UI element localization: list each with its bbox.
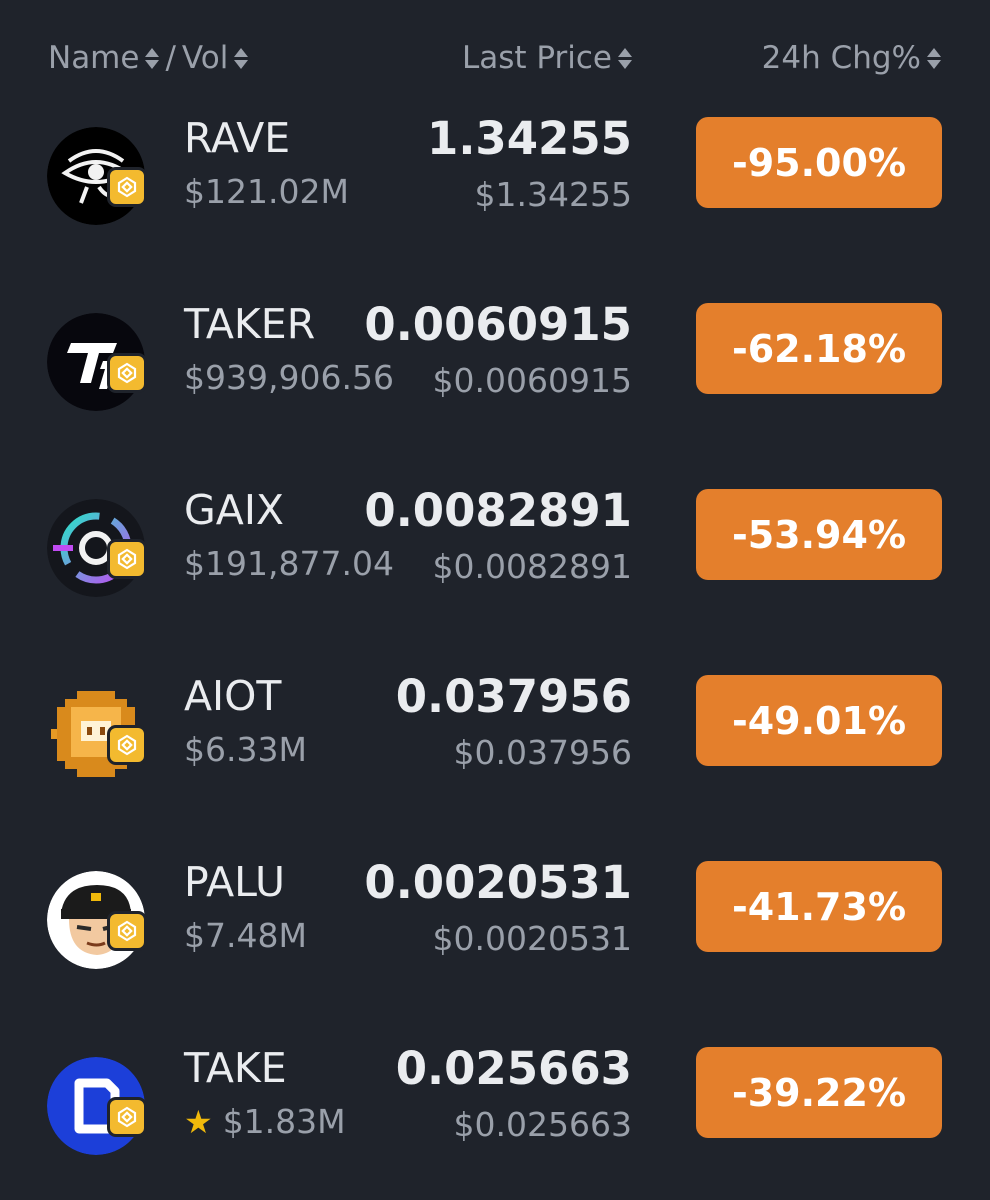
token-symbol: TAKER — [184, 300, 316, 348]
last-price: 1.34255 — [427, 112, 632, 165]
volume-value: $1.83M — [222, 1102, 346, 1141]
token-symbol: AIOT — [184, 672, 282, 720]
token-volume: $121.02M — [184, 172, 349, 211]
table-row[interactable]: GAIX $191,877.04 0.0082891 $0.0082891 -5… — [0, 474, 990, 660]
token-volume: $7.48M — [184, 916, 307, 955]
last-price-usd: $0.0082891 — [432, 547, 632, 586]
volume-value: $939,906.56 — [184, 358, 394, 397]
last-price-usd: $0.037956 — [453, 733, 632, 772]
market-list-screen: Name / Vol Last Price 24h Chg% RAVE $121… — [0, 0, 990, 1200]
star-icon: ★ — [184, 1102, 213, 1141]
volume-value: $121.02M — [184, 172, 349, 211]
last-price: 0.0060915 — [364, 298, 632, 351]
token-symbol: PALU — [184, 858, 285, 906]
token-volume: ★ $1.83M — [184, 1102, 346, 1141]
token-symbol: GAIX — [184, 486, 284, 534]
last-price: 0.0082891 — [364, 484, 632, 537]
last-price-header[interactable]: Last Price — [462, 40, 612, 76]
name-header[interactable]: Name — [48, 40, 139, 76]
sort-price-icon[interactable] — [618, 47, 632, 69]
change-badge[interactable]: -41.73% — [696, 861, 942, 952]
bnb-chain-icon — [107, 539, 147, 579]
last-price: 0.025663 — [395, 1042, 632, 1095]
last-price-usd: $0.0020531 — [432, 919, 632, 958]
sort-change-icon[interactable] — [927, 47, 941, 69]
table-row[interactable]: TAKE ★ $1.83M 0.025663 $0.025663 -39.22% — [0, 1032, 990, 1200]
volume-value: $7.48M — [184, 916, 307, 955]
sort-vol-icon[interactable] — [234, 47, 249, 69]
last-price: 0.0020531 — [364, 856, 632, 909]
sort-last-price[interactable]: Last Price — [462, 36, 632, 80]
last-price: 0.037956 — [395, 670, 632, 723]
change-badge[interactable]: -39.22% — [696, 1047, 942, 1138]
bnb-chain-icon — [107, 353, 147, 393]
change-header[interactable]: 24h Chg% — [762, 40, 921, 76]
bnb-chain-icon — [107, 167, 147, 207]
token-volume: $191,877.04 — [184, 544, 394, 583]
volume-value: $191,877.04 — [184, 544, 394, 583]
header-separator: / — [165, 40, 176, 76]
sort-name-icon[interactable] — [145, 47, 160, 69]
change-badge[interactable]: -53.94% — [696, 489, 942, 580]
sort-name-vol[interactable]: Name / Vol — [48, 36, 249, 80]
token-symbol: RAVE — [184, 114, 291, 162]
bnb-chain-icon — [107, 911, 147, 951]
table-row[interactable]: PALU $7.48M 0.0020531 $0.0020531 -41.73% — [0, 846, 990, 1032]
list-header: Name / Vol Last Price 24h Chg% — [0, 0, 990, 112]
last-price-usd: $1.34255 — [474, 175, 632, 214]
table-row[interactable]: AIOT $6.33M 0.037956 $0.037956 -49.01% — [0, 660, 990, 846]
last-price-usd: $0.025663 — [453, 1105, 632, 1144]
change-badge[interactable]: -62.18% — [696, 303, 942, 394]
table-row[interactable]: TAKER $939,906.56 0.0060915 $0.0060915 -… — [0, 288, 990, 474]
bnb-chain-icon — [107, 725, 147, 765]
token-volume: $939,906.56 — [184, 358, 394, 397]
token-volume: $6.33M — [184, 730, 307, 769]
change-badge[interactable]: -49.01% — [696, 675, 942, 766]
table-row[interactable]: RAVE $121.02M 1.34255 $1.34255 -95.00% — [0, 102, 990, 288]
last-price-usd: $0.0060915 — [432, 361, 632, 400]
vol-header[interactable]: Vol — [182, 40, 228, 76]
volume-value: $6.33M — [184, 730, 307, 769]
sort-24h-change[interactable]: 24h Chg% — [762, 36, 941, 80]
bnb-chain-icon — [107, 1097, 147, 1137]
token-symbol: TAKE — [184, 1044, 287, 1092]
change-badge[interactable]: -95.00% — [696, 117, 942, 208]
